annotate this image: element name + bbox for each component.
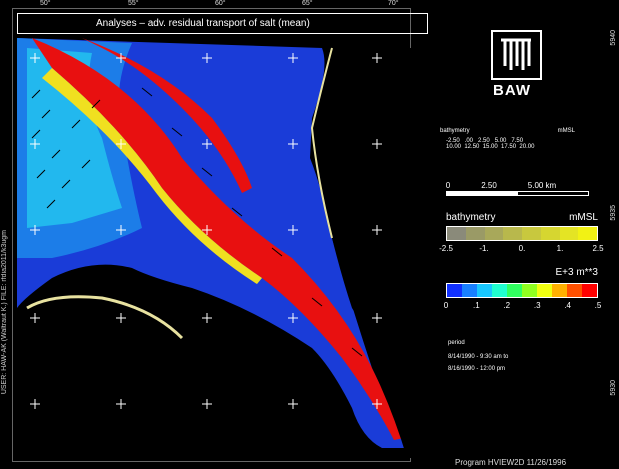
- footer-program: Program HVIEW2D 11/26/1996: [455, 458, 567, 467]
- bathymetry-table: bathymetry mMSL -2.50 .00 2.50 5.00 7.50…: [440, 128, 605, 150]
- bathy-swatch-2: [484, 227, 504, 240]
- transport-tick-labels: 0 .1 .2 .3 .4 .5: [443, 301, 602, 311]
- period-start: 8/14/1990 - 9:30 am to: [448, 354, 509, 360]
- right-tick-2: 5935: [610, 205, 617, 221]
- transport-swatch-1: [462, 284, 477, 297]
- transport-swatch-3: [492, 284, 507, 297]
- map-canvas: [12, 8, 412, 462]
- bathy-legend-unit: mMSL: [569, 212, 598, 223]
- top-tick-5: 70°: [388, 0, 399, 7]
- scale-bar-graphic: [446, 191, 589, 196]
- transport-tick-0: 0: [443, 301, 449, 310]
- right-tick-3: 5930: [610, 380, 617, 396]
- period-info: period 8/14/1990 - 9:30 am to 8/16/1990 …: [448, 340, 508, 372]
- plot-title: Analyses – adv. residual transport of sa…: [17, 13, 428, 34]
- transport-legend-title: E+3 m**3: [555, 267, 598, 278]
- bathy-tick-3: 1.: [556, 244, 564, 253]
- top-tick-3: 60°: [215, 0, 226, 7]
- logo-text: BAW: [493, 82, 531, 99]
- period-label: period: [448, 340, 465, 346]
- scale-bar: 0 2.50 5.00 km: [445, 181, 601, 196]
- scale-label-0: 0: [445, 181, 451, 190]
- transport-legend: E+3 m**3 0 .1 .2 .3 .4 .5: [443, 262, 602, 311]
- transport-swatch-0: [447, 284, 462, 297]
- transport-tick-2: .2: [503, 301, 511, 310]
- bathy-swatch-6: [559, 227, 579, 240]
- scale-label-1: 2.50: [481, 181, 497, 190]
- bathy-swatch-3: [503, 227, 522, 240]
- transport-tick-4: .4: [564, 301, 571, 310]
- bathy-table-header-left: bathymetry: [440, 128, 470, 134]
- period-end: 8/16/1990 - 12:00 pm: [448, 366, 506, 372]
- bathy-swatch-0: [447, 227, 466, 240]
- side-file-label: USER: HAW-AK (Waltraut K.) FILE: rfdia20…: [1, 230, 8, 395]
- transport-tick-1: .1: [473, 301, 480, 310]
- bathy-tick-1: -1.: [479, 244, 489, 253]
- top-tick-1: 50°: [40, 0, 51, 7]
- transport-swatch-5: [522, 284, 537, 297]
- top-tick-4: 65°: [302, 0, 313, 7]
- right-tick-1: 5940: [610, 30, 617, 46]
- top-tick-2: 55°: [128, 0, 139, 7]
- bathy-swatch-1: [465, 227, 485, 240]
- transport-swatch-6: [537, 284, 552, 297]
- transport-color-bar: [446, 283, 598, 298]
- bathy-tick-4: 2.5: [592, 244, 604, 253]
- bathy-swatch-7: [578, 227, 597, 240]
- logo-emblem-icon: [491, 30, 542, 80]
- transport-swatch-4: [507, 284, 522, 297]
- bathy-table-row2: 10.00 12.50 15.00 17.50 20.00: [446, 144, 535, 150]
- bathy-color-bar: [446, 226, 598, 241]
- transport-swatch-2: [477, 284, 492, 297]
- transport-swatch-8: [567, 284, 582, 297]
- transport-swatch-9: [582, 284, 597, 297]
- transport-tick-3: .3: [533, 301, 541, 310]
- bathymetry-legend: bathymetry mMSL -2.5 -1. 0. 1. 2.5: [439, 212, 603, 254]
- scale-label-2: 5.00 km: [527, 181, 557, 190]
- bathy-tick-0: -2.5: [439, 244, 453, 253]
- bathy-legend-title: bathymetry: [446, 212, 496, 223]
- bathy-swatch-4: [522, 227, 541, 240]
- bathy-table-header-right: mMSL: [557, 128, 575, 134]
- bathy-tick-2: 0.: [518, 244, 526, 253]
- baw-logo: BAW: [491, 30, 542, 99]
- bathy-swatch-5: [540, 227, 560, 240]
- bathy-tick-labels: -2.5 -1. 0. 1. 2.5: [439, 244, 603, 254]
- transport-tick-5: .5: [594, 301, 602, 310]
- transport-swatch-7: [552, 284, 567, 297]
